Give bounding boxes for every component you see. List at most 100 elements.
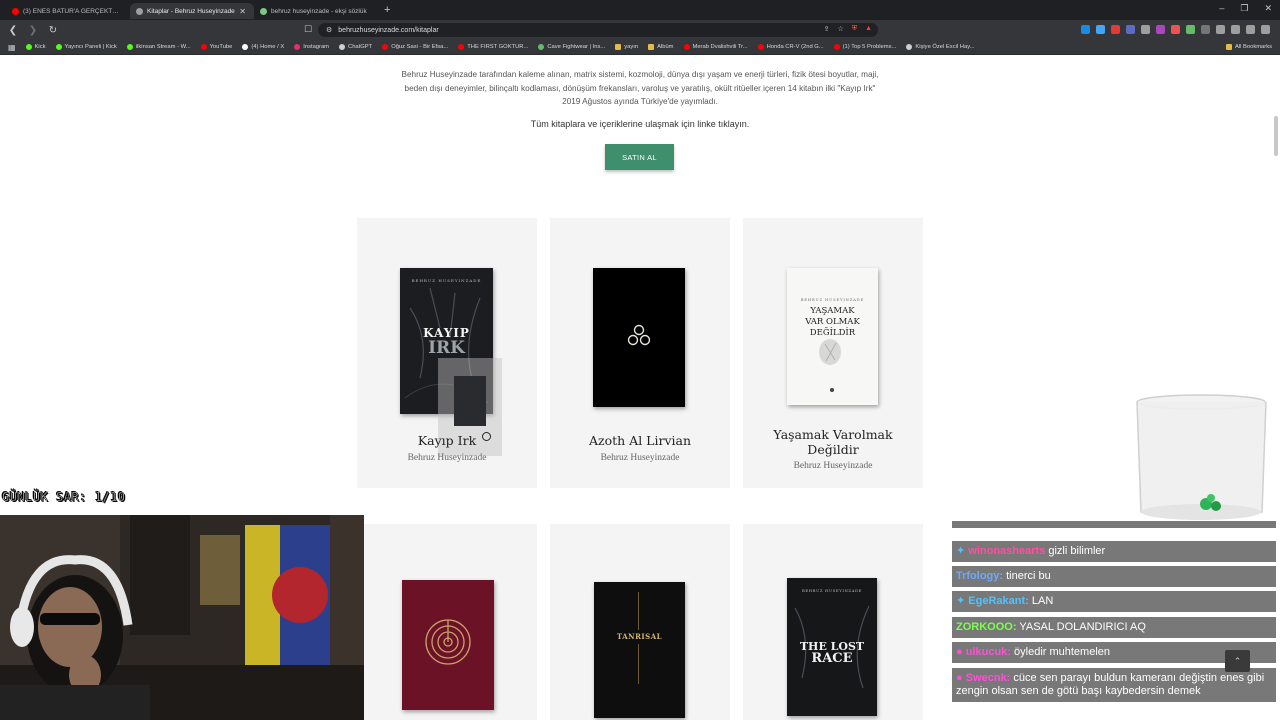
youtube-icon <box>683 44 690 50</box>
bookmark-item[interactable]: Cave Fightwear | Ins... <box>538 44 605 50</box>
chat-overlay: ✦ winonashearts gizli bilimler Trfology:… <box>952 521 1278 720</box>
tab-eksi[interactable]: behruz huseyinzade - ekşi sözlük <box>254 3 378 19</box>
instagram-icon <box>294 44 301 50</box>
cover-author: BEHRUZ HUSEYINZADE <box>802 588 862 593</box>
bookmark-item[interactable]: Kişiye Özel Excil Hay... <box>906 44 975 50</box>
chat-message <box>952 521 1276 528</box>
book-author: Behruz Huseyinzade <box>407 453 487 463</box>
chat-text: gizli bilimler <box>1048 545 1106 557</box>
book-author: Behruz Huseyinzade <box>793 461 873 471</box>
music-icon[interactable] <box>1231 25 1240 34</box>
chat-message: ● Swecnk: cüce sen parayı buldun kameran… <box>952 668 1276 702</box>
book-card[interactable]: TANRISAL <box>550 524 730 720</box>
book-cover[interactable]: BEHRUZ HUSEYINZADE YAŞAMAK VAR OLMAK DEĞ… <box>787 268 878 405</box>
bookmark-label: (1) Top 5 Problems... <box>842 44 897 50</box>
sidebar-icon[interactable] <box>1246 25 1255 34</box>
extension-icon[interactable] <box>1141 25 1150 34</box>
bookmark-item[interactable]: (1) Top 5 Problems... <box>833 44 897 50</box>
bookmark-item[interactable]: yayın <box>615 44 638 50</box>
book-cover[interactable] <box>593 268 685 407</box>
intro-paragraph: Behruz Huseyinzade tarafından kaleme alı… <box>401 70 879 106</box>
bookmark-label: Kick <box>34 44 46 50</box>
book-card[interactable]: BEHRUZ HUSEYINZADE KAYIP IRK Kayıp Irk B… <box>357 218 537 488</box>
extension-icon[interactable] <box>1081 25 1090 34</box>
bookmark-item[interactable]: Instagram <box>294 44 329 50</box>
close-window-icon[interactable]: ✕ <box>1264 3 1272 14</box>
star-icon[interactable]: ☆ <box>838 25 844 33</box>
new-tab-button[interactable]: + <box>384 4 390 16</box>
tab-kitaplar[interactable]: Kitaplar - Behruz Huseyinzade ✕ <box>130 3 254 19</box>
reload-icon[interactable]: ↻ <box>46 25 60 36</box>
bookmark-item[interactable]: Merab Dvalishvili Tr... <box>683 44 748 50</box>
chat-username: EgeRakant: <box>968 595 1029 607</box>
book-title[interactable]: Azoth Al Lirvian <box>550 433 730 448</box>
book-card[interactable]: BEHRUZ HUSEYINZADE YAŞAMAK VAR OLMAK DEĞ… <box>743 218 923 488</box>
scroll-to-top-button[interactable]: ⌃ <box>1225 650 1250 672</box>
bookmark-item[interactable]: Albüm <box>648 44 674 50</box>
bookmark-label: ChatGPT <box>348 44 373 50</box>
book-card[interactable] <box>357 524 537 720</box>
back-icon[interactable]: ❮ <box>6 25 20 36</box>
extension-icon[interactable] <box>1171 25 1180 34</box>
book-card[interactable]: Azoth Al Lirvian Behruz Huseyinzade <box>550 218 730 488</box>
alert-icon[interactable]: ▲ <box>865 25 872 33</box>
bookmark-item[interactable]: THE FIRST GOKTUR... <box>458 44 528 50</box>
all-bookmarks[interactable]: All Bookmarks <box>1225 44 1272 50</box>
youtube-icon <box>833 44 840 50</box>
url-field[interactable]: ☐ ⚙ behruzhuseyinzade.com/kitaplar ⇪ ☆ ⛨… <box>304 23 878 37</box>
bookmark-item[interactable]: Honda CR-V (2nd G... <box>757 44 824 50</box>
window-controls: – ❐ ✕ <box>1219 3 1272 14</box>
chat-text: öyledir muhtemelen <box>1014 646 1111 658</box>
tab-label: Kitaplar - Behruz Huseyinzade <box>147 7 235 15</box>
cover-divider <box>638 592 639 630</box>
extension-icon[interactable] <box>1111 25 1120 34</box>
kick-icon <box>55 44 62 50</box>
bookmark-item[interactable]: Oğuz Sasi - Bir Efsa... <box>382 44 448 50</box>
page-scrollbar[interactable] <box>1274 116 1278 156</box>
address-bar: ❮ ❯ ↻ ☐ ⚙ behruzhuseyinzade.com/kitaplar… <box>0 20 1280 40</box>
site-info-icon[interactable]: ⚙ <box>326 26 332 34</box>
bookmark-label: Honda CR-V (2nd G... <box>766 44 824 50</box>
bookmark-item[interactable]: Kick <box>25 44 46 50</box>
menu-icon[interactable] <box>1261 25 1270 34</box>
cave-icon <box>538 44 545 50</box>
apps-icon[interactable]: ▦ <box>8 43 16 52</box>
book-title[interactable]: Kayıp Irk <box>357 433 537 448</box>
bookmark-icon[interactable]: ☐ <box>304 24 312 35</box>
maximize-icon[interactable]: ❐ <box>1240 3 1248 14</box>
bookmark-label: All Bookmarks <box>1234 44 1272 50</box>
tab-label: (3) ENES BATUR'A GERÇEKTEN NE OLDU? <box>23 7 122 15</box>
labyrinth-icon <box>425 619 471 665</box>
cta-text: Tüm kitaplara ve içeriklerine ulaşmak iç… <box>530 119 750 129</box>
shield-icon[interactable]: ⛨ <box>852 25 857 33</box>
extension-icon[interactable] <box>1186 25 1195 34</box>
screen: (3) ENES BATUR'A GERÇEKTEN NE OLDU? Kita… <box>0 0 1280 720</box>
bookmark-item[interactable]: (4) Home / X <box>242 44 284 50</box>
buy-button[interactable]: SATIN AL <box>605 144 674 170</box>
forward-icon[interactable]: ❯ <box>26 25 40 36</box>
kick-icon <box>126 44 133 50</box>
webcam-feed <box>0 515 364 720</box>
extension-icon[interactable] <box>1201 25 1210 34</box>
cover-title: TANRISAL <box>616 632 663 641</box>
tab-youtube[interactable]: (3) ENES BATUR'A GERÇEKTEN NE OLDU? <box>6 3 130 19</box>
puzzle-icon[interactable] <box>1216 25 1225 34</box>
extension-icon[interactable] <box>1096 25 1105 34</box>
bookmark-item[interactable]: ilkinsan Stream - W... <box>126 44 191 50</box>
book-cover[interactable]: BEHRUZ HUSEYINZADE THE LOST RACE <box>787 578 877 716</box>
bookmark-item[interactable]: ChatGPT <box>339 44 372 50</box>
book-title[interactable]: Yaşamak Varolmak Değildir <box>768 427 898 457</box>
youtube-icon <box>458 44 465 50</box>
bookmark-item[interactable]: YouTube <box>200 44 232 50</box>
book-cover[interactable] <box>402 580 494 710</box>
minimize-icon[interactable]: – <box>1219 3 1224 14</box>
chat-message: ✦ winonashearts gizli bilimler <box>952 541 1276 562</box>
bookmark-item[interactable]: Yayıncı Paneli | Kick <box>55 44 117 50</box>
extension-icon[interactable] <box>1126 25 1135 34</box>
book-cover[interactable]: TANRISAL <box>594 582 685 718</box>
share-icon[interactable]: ⇪ <box>824 25 830 33</box>
book-card[interactable]: BEHRUZ HUSEYINZADE THE LOST RACE <box>743 524 923 720</box>
kick-icon <box>25 44 32 50</box>
close-icon[interactable]: ✕ <box>239 7 246 16</box>
extension-icon[interactable] <box>1156 25 1165 34</box>
